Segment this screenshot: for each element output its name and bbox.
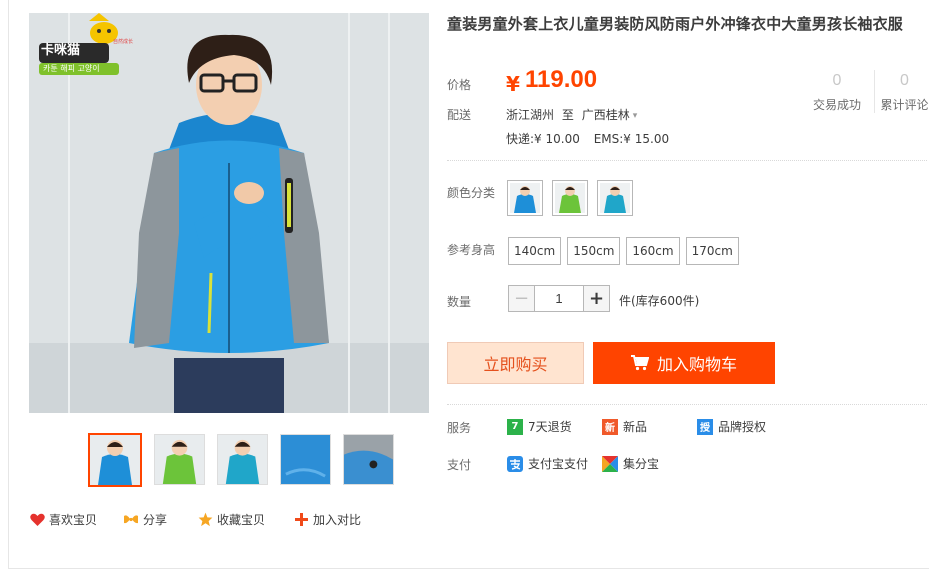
thumbnail-blue-jacket[interactable] <box>88 433 142 487</box>
size-option[interactable]: 150cm <box>567 237 621 265</box>
thumbnail-fabric-closeup[interactable] <box>280 434 331 485</box>
size-options: 140cm 150cm 160cm 170cm <box>508 237 739 265</box>
brand-authorized-icon: 授 <box>697 418 713 435</box>
compare-label: 加入对比 <box>313 513 362 527</box>
quantity-decrease-button[interactable]: − <box>508 285 535 312</box>
thumbnail-strip <box>88 433 394 487</box>
favorite-label: 收藏宝贝 <box>217 513 266 527</box>
share-button[interactable]: 分享 <box>123 511 167 528</box>
star-icon <box>197 512 213 528</box>
shipping-to-word: 至 <box>561 108 574 122</box>
add-to-cart-label: 加入购物车 <box>656 355 737 374</box>
payment-alipay[interactable]: 支付宝支付 <box>507 455 588 472</box>
compare-button[interactable]: 加入对比 <box>293 511 361 528</box>
plus-icon <box>293 512 309 528</box>
service-label: 新品 <box>623 420 648 434</box>
color-swatch-cyan[interactable] <box>597 180 633 216</box>
alipay-icon <box>507 455 523 472</box>
stat-reviews-label: 累计评论 <box>880 98 929 112</box>
thumbnail-hood-detail[interactable] <box>343 434 394 485</box>
size-option[interactable]: 160cm <box>626 237 680 265</box>
service-label: 品牌授权 <box>718 420 767 434</box>
new-product-icon: 新 <box>602 418 618 435</box>
quantity-increase-button[interactable]: + <box>583 285 610 312</box>
shipping-destination: 广西桂林 <box>581 108 630 122</box>
color-label: 颜色分类 <box>447 186 496 200</box>
divider <box>447 404 927 405</box>
service-label: 7天退货 <box>528 420 572 434</box>
price-value: 119.00 <box>525 66 598 93</box>
price-label: 价格 <box>447 78 472 92</box>
service-seven-day-return[interactable]: 7 7天退货 <box>507 418 572 435</box>
share-icon <box>123 512 139 528</box>
size-option[interactable]: 140cm <box>508 237 562 265</box>
buy-now-button[interactable]: 立即购买 <box>447 342 584 384</box>
stat-reviews-count: 0 <box>900 72 909 89</box>
cart-icon <box>630 355 649 371</box>
stock-count: 件(库存600件) <box>619 294 700 308</box>
heart-icon <box>29 512 45 528</box>
size-label: 参考身高 <box>447 243 496 257</box>
chevron-down-icon: ▾ <box>632 111 638 121</box>
payment-jifenbao[interactable]: 集分宝 <box>602 455 659 472</box>
favorite-button[interactable]: 收藏宝贝 <box>197 511 265 528</box>
color-swatches <box>507 180 633 216</box>
sales-stats: 0 交易成功 0 累计评论 <box>806 70 929 113</box>
stat-transactions[interactable]: 0 交易成功 <box>806 70 868 113</box>
stat-reviews[interactable]: 0 累计评论 <box>874 70 929 113</box>
shipping-destination-select[interactable]: 广西桂林 ▾ <box>582 108 638 122</box>
size-option[interactable]: 170cm <box>685 237 739 265</box>
express-fee: 快递:¥ 10.00 <box>506 132 580 146</box>
price-currency: ¥ <box>506 72 520 96</box>
brand-logo-corner: 自然成长 <box>113 39 134 45</box>
shipping-label: 配送 <box>447 108 472 122</box>
payment-label: 支付 <box>447 458 472 472</box>
product-title: 童装男童外套上衣儿童男装防风防雨户外冲锋衣中大童男孩长袖衣服 <box>447 15 904 33</box>
like-label: 喜欢宝贝 <box>49 513 98 527</box>
shipping-fees: 快递:¥ 10.00 EMS:¥ 15.00 <box>506 130 669 147</box>
payment-jifenbao-label: 集分宝 <box>623 457 660 471</box>
jifenbao-icon <box>602 455 618 472</box>
color-swatch-blue[interactable] <box>507 180 543 216</box>
thumbnail-cyan-jacket[interactable] <box>217 434 268 485</box>
brand-logo-text: 卡咪猫 <box>41 43 81 58</box>
add-to-cart-button[interactable]: 加入购物车 <box>593 342 775 384</box>
divider <box>447 160 927 161</box>
color-swatch-green[interactable] <box>552 180 588 216</box>
shipping-route: 浙江湖州 至 广西桂林 ▾ <box>506 106 637 123</box>
service-new-product[interactable]: 新 新品 <box>602 418 647 435</box>
share-label: 分享 <box>143 513 168 527</box>
seven-day-return-icon: 7 <box>507 418 523 435</box>
ems-fee: EMS:¥ 15.00 <box>593 132 670 146</box>
stat-transactions-count: 0 <box>832 72 842 89</box>
payment-alipay-label: 支付宝支付 <box>528 457 589 471</box>
social-actions: 喜欢宝贝 分享 收藏宝贝 加入对比 <box>29 511 361 528</box>
quantity-label: 数量 <box>447 295 472 309</box>
quantity-stepper: − + <box>508 285 610 312</box>
main-product-image[interactable] <box>29 13 429 413</box>
services-label: 服务 <box>447 421 472 435</box>
quantity-input[interactable] <box>535 285 583 312</box>
shipping-origin: 浙江湖州 <box>506 108 555 122</box>
brand-logo-subtext: 카툰 해피 고양이 <box>43 64 100 73</box>
thumbnail-green-jacket[interactable] <box>154 434 205 485</box>
like-button[interactable]: 喜欢宝贝 <box>29 511 97 528</box>
stat-transactions-label: 交易成功 <box>812 98 861 112</box>
service-brand-authorized[interactable]: 授 品牌授权 <box>697 418 766 435</box>
